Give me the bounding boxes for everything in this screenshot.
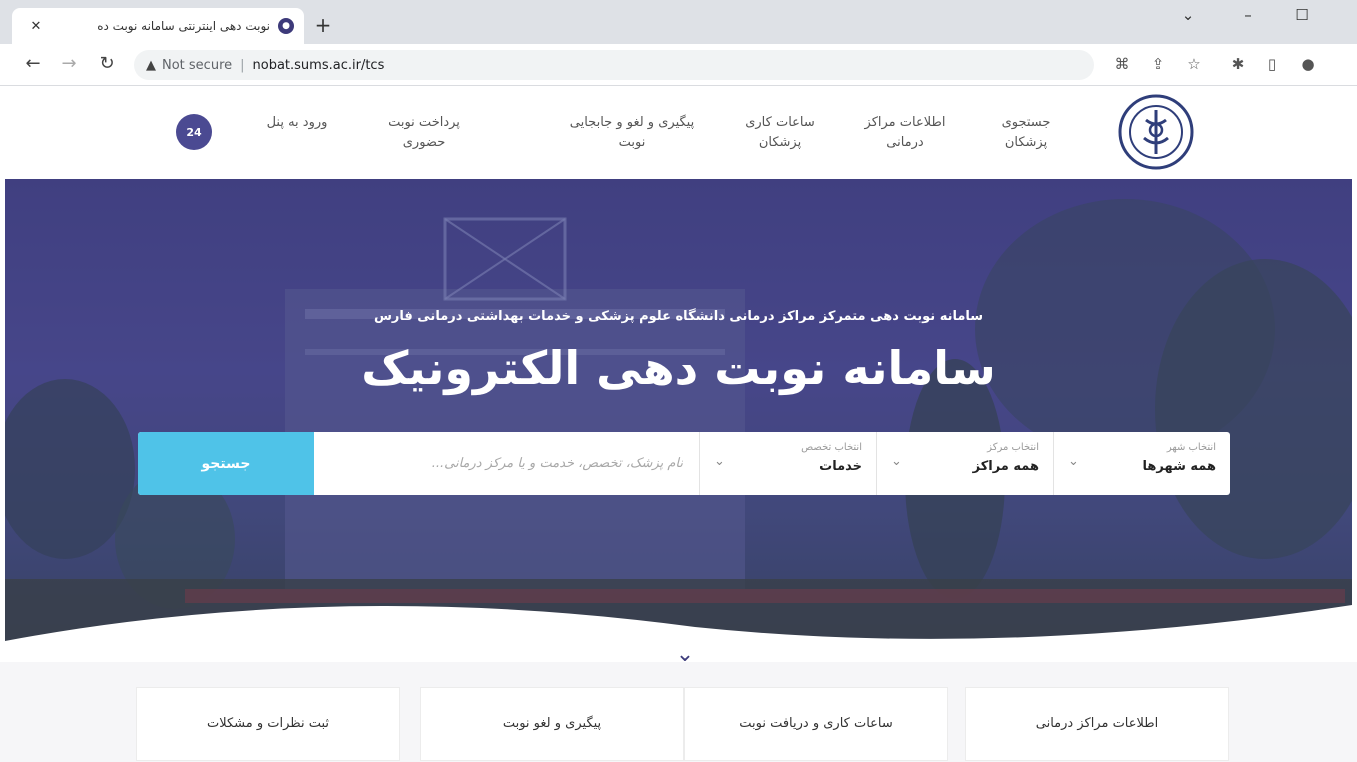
chevron-down-icon: ⌄	[714, 454, 725, 469]
card-label: اطلاعات مراکز درمانی	[1035, 716, 1159, 731]
nav-in-person-payment[interactable]: پرداخت نوبت حضوری	[376, 113, 472, 153]
card-label: ساعات کاری و دریافت نوبت	[739, 716, 893, 731]
support-badge-text: 24	[186, 125, 202, 139]
back-arrow-icon[interactable]: ←	[22, 54, 44, 74]
url-text[interactable]: nobat.sums.ac.ir/tcs	[253, 58, 385, 73]
nav-label: ورود به پنل	[266, 115, 328, 130]
side-panel-icon[interactable]: ▯	[1262, 55, 1282, 73]
tab-search-icon[interactable]: ⌄	[1176, 6, 1200, 24]
scroll-down-chevron-icon[interactable]: ⌄	[665, 642, 705, 661]
new-tab-icon[interactable]: +	[312, 13, 334, 37]
university-logo[interactable]	[1116, 92, 1196, 172]
forward-arrow-icon[interactable]: →	[58, 54, 80, 74]
nav-centers-info[interactable]: اطلاعات مراکز درمانی	[860, 113, 950, 153]
chevron-down-icon: ⌄	[891, 454, 902, 469]
specialty-select[interactable]: انتخاب تخصص خدمات ⌄	[699, 432, 876, 495]
hero-subtitle: سامانه نوبت دهی متمرکز مراکز درمانی دانش…	[373, 309, 984, 324]
hero-title: سامانه نوبت دهی الکترونیک	[361, 341, 996, 395]
translate-icon[interactable]: ⌘	[1112, 55, 1132, 73]
hero-banner: سامانه نوبت دهی متمرکز مراکز درمانی دانش…	[5, 179, 1352, 661]
city-select-label: انتخاب شهر	[1166, 442, 1216, 453]
maximize-icon[interactable]: ☐	[1290, 6, 1314, 24]
address-bar: ← → ↻ ▲ Not secure | nobat.sums.ac.ir/tc…	[0, 44, 1357, 86]
card-label: پیگیری و لغو نوبت	[502, 716, 602, 731]
card-track-cancel[interactable]: پیگیری و لغو نوبت	[420, 687, 684, 761]
search-input[interactable]	[314, 432, 699, 495]
tab-close-icon[interactable]: ✕	[28, 19, 44, 34]
bookmark-star-icon[interactable]: ☆	[1184, 55, 1204, 73]
not-secure-label[interactable]: Not secure	[162, 58, 232, 73]
share-icon[interactable]: ⇪	[1148, 55, 1168, 73]
nav-panel-login[interactable]: ورود به پنل	[262, 113, 332, 133]
nav-label: جستجوی پزشکان	[1001, 115, 1051, 150]
tab-title: نوبت دهی اینترنتی سامانه نوبت ده	[97, 19, 270, 33]
specialty-select-label: انتخاب تخصص	[801, 442, 862, 453]
profile-avatar-icon[interactable]: ●	[1298, 55, 1318, 73]
nav-search-doctors[interactable]: جستجوی پزشکان	[986, 113, 1066, 153]
card-centers-info[interactable]: اطلاعات مراکز درمانی	[965, 687, 1229, 761]
center-select-label: انتخاب مرکز	[987, 442, 1039, 453]
tab-favicon-icon: ●	[278, 18, 294, 34]
url-input[interactable]: ▲ Not secure | nobat.sums.ac.ir/tcs	[134, 50, 1094, 80]
nav-doctor-hours[interactable]: ساعات کاری پزشکان	[738, 113, 822, 153]
nav-track-cancel[interactable]: پیگیری و لغو و جابجایی نوبت	[566, 113, 698, 153]
site-header: جستجوی پزشکان اطلاعات مراکز درمانی ساعات…	[0, 87, 1357, 179]
hero-background-image	[5, 179, 1352, 661]
nav-label: اطلاعات مراکز درمانی	[864, 115, 946, 150]
minimize-icon[interactable]: –	[1236, 6, 1260, 24]
city-select[interactable]: انتخاب شهر همه شهرها ⌄	[1053, 432, 1230, 495]
center-select[interactable]: انتخاب مرکز همه مراکز ⌄	[876, 432, 1053, 495]
nav-label: ساعات کاری پزشکان	[745, 115, 815, 150]
extensions-puzzle-icon[interactable]: ✱	[1228, 55, 1248, 73]
quick-links: اطلاعات مراکز درمانی ساعات کاری و دریافت…	[0, 662, 1357, 762]
search-button[interactable]: جستجو	[138, 432, 314, 495]
nav-label: پیگیری و لغو و جابجایی نوبت	[569, 115, 695, 150]
warning-icon[interactable]: ▲	[146, 58, 156, 73]
card-label: ثبت نظرات و مشکلات	[206, 716, 330, 731]
card-feedback[interactable]: ثبت نظرات و مشکلات	[136, 687, 400, 761]
nav-label: پرداخت نوبت حضوری	[388, 115, 460, 150]
reload-icon[interactable]: ↻	[96, 54, 118, 74]
card-work-hours[interactable]: ساعات کاری و دریافت نوبت	[684, 687, 948, 761]
support-24-icon[interactable]: 24	[176, 114, 212, 150]
search-bar: انتخاب شهر همه شهرها ⌄ انتخاب مرکز همه م…	[138, 432, 1230, 495]
url-separator: |	[240, 57, 245, 73]
chevron-down-icon: ⌄	[1068, 454, 1079, 469]
browser-tab-bar: ✕ نوبت دهی اینترنتی سامانه نوبت ده ● + ⌄…	[0, 0, 1357, 44]
browser-tab[interactable]: ✕ نوبت دهی اینترنتی سامانه نوبت ده ●	[12, 8, 304, 44]
